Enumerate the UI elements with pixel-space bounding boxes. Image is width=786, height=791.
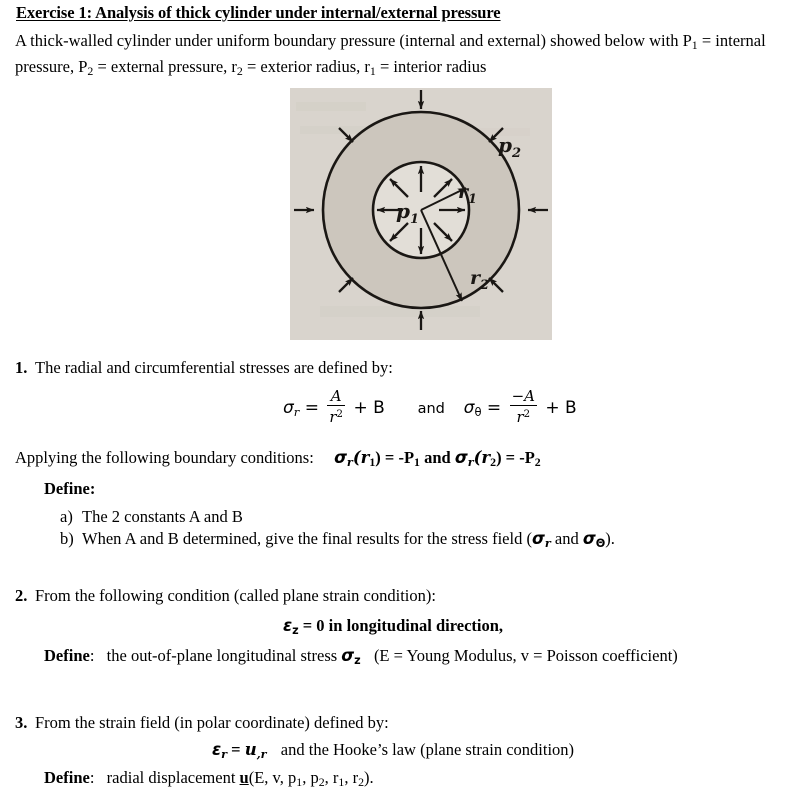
define-item-a-marker: a) bbox=[60, 507, 73, 526]
fraction-minus-a-over-r2: −A r2 bbox=[509, 387, 537, 425]
scan-artifact bbox=[320, 306, 480, 317]
sigma-z-symbol: σ bbox=[341, 646, 355, 665]
cylinder-figure: p1 p2 r1 r2 bbox=[290, 88, 552, 340]
scan-artifact bbox=[296, 102, 366, 111]
item-1-number: 1. bbox=[15, 358, 28, 377]
stress-equations: σr = A r2 + B and σθ = −A r2 + B bbox=[283, 387, 577, 426]
define-sublist-1: a) The 2 constants A and B b) When A and B… bbox=[60, 506, 615, 554]
equals-sign-1: = bbox=[304, 398, 319, 419]
u-subscript: ,r bbox=[256, 746, 267, 761]
define-3-args4: , r bbox=[344, 768, 359, 787]
bc-p2-sub: 2 bbox=[534, 454, 541, 469]
define-b-sigma-theta-sub: Θ bbox=[595, 536, 606, 550]
boundary-conditions-line: Applying the following boundary conditio… bbox=[15, 448, 541, 470]
sigma-theta-subscript: θ bbox=[474, 404, 482, 419]
u-displacement-symbol: u bbox=[239, 768, 249, 787]
denominator-exponent-b: 2 bbox=[523, 409, 531, 420]
boundary-prefix: Applying the following boundary conditio… bbox=[15, 448, 314, 467]
define-colon-2: : bbox=[89, 646, 95, 665]
item-3-text: From the strain field (in polar coordina… bbox=[35, 713, 389, 732]
denominator-r: r bbox=[329, 408, 337, 427]
fraction-bar bbox=[509, 405, 537, 406]
define-item-b-marker: b) bbox=[60, 528, 74, 548]
sigma-theta-symbol: σ bbox=[463, 398, 475, 419]
item-3-number: 3. bbox=[15, 713, 28, 732]
bc-arg-r2: r bbox=[481, 448, 491, 467]
define-b-text-post: ). bbox=[605, 528, 615, 548]
sigma-z-subscript: z bbox=[354, 653, 361, 667]
item-1: 1. The radial and circumferential stresse… bbox=[15, 357, 393, 378]
item-1-text: The radial and circumferential stresses … bbox=[35, 358, 393, 377]
define-item-a-text: The 2 constants A and B bbox=[82, 507, 243, 526]
define-line-2: Define: the out-of-plane longitudinal st… bbox=[44, 646, 678, 667]
define-label-3: Define bbox=[44, 768, 90, 787]
eps-z-symbol: ε bbox=[282, 616, 293, 635]
define-3-args2: , p bbox=[302, 768, 319, 787]
plane-strain-rest: = 0 in longitudinal direction, bbox=[298, 616, 504, 635]
sigma-r-subscript: r bbox=[293, 404, 300, 419]
fraction-bar bbox=[327, 405, 346, 406]
bc-sigma-2: σ bbox=[454, 448, 468, 467]
numerator-minus-a: −A bbox=[511, 387, 535, 405]
item-2-number: 2. bbox=[15, 586, 28, 605]
bc-and: and bbox=[419, 448, 455, 467]
intro-text-2b: = external pressure, r bbox=[93, 56, 237, 76]
intro-paragraph: A thick-walled cylinder under uniform bo… bbox=[15, 30, 773, 82]
define-2-pre: the out-of-plane longitudinal stress bbox=[106, 646, 342, 665]
define-3-end: ). bbox=[364, 768, 374, 787]
page-title: Exercise 1: Analysis of thick cylinder u… bbox=[16, 3, 501, 22]
intro-text-2d: = interior radius bbox=[375, 56, 487, 76]
sigma-r-symbol: σ bbox=[283, 398, 294, 419]
define-b-and: and bbox=[550, 528, 583, 548]
intro-line-1: A thick-walled cylinder under uniform bo… bbox=[15, 31, 712, 52]
define-item-b: b) When A and B determined, give the fina… bbox=[60, 528, 615, 554]
denominator-r2-b: r2 bbox=[510, 407, 537, 425]
u-symbol: u bbox=[244, 740, 257, 759]
bc-eq-1: ) = -P bbox=[375, 448, 415, 467]
define-label-1: Define: bbox=[44, 479, 96, 498]
item-2-text: From the following condition (called pla… bbox=[35, 586, 436, 605]
intro-text-1: A thick-walled cylinder under uniform bo… bbox=[15, 31, 692, 50]
define-3-args3: , r bbox=[324, 768, 339, 787]
plus-b-2: + B bbox=[545, 398, 577, 419]
bc-eq-2: ) = -P bbox=[496, 448, 535, 467]
boundary-condition-math: σr(r1) = -P1 and σr(r2) = -P2 bbox=[334, 448, 541, 469]
define-b-sigma-r: σ bbox=[531, 528, 545, 548]
define-3-args: (E, v, p bbox=[248, 768, 297, 787]
numerator-a: A bbox=[330, 387, 342, 405]
define-3-pre: radial displacement bbox=[106, 768, 240, 787]
item-2: 2. From the following condition (called p… bbox=[15, 585, 436, 606]
plus-b-1: + B bbox=[353, 398, 385, 419]
document-page: Exercise 1: Analysis of thick cylinder u… bbox=[0, 0, 786, 791]
strain-field-equation: εr = u,r and the Hooke’s law (plane stra… bbox=[0, 740, 786, 761]
bc-sigma-1: σ bbox=[334, 448, 347, 467]
eps-r-symbol: ε bbox=[211, 740, 222, 759]
define-colon-3: : bbox=[89, 768, 95, 787]
plane-strain-equation: εz = 0 in longitudinal direction, bbox=[0, 616, 786, 637]
item-3: 3. From the strain field (in polar coordi… bbox=[15, 712, 389, 733]
equals-sign-2: = bbox=[486, 398, 502, 419]
strain-eq-sign: = bbox=[227, 740, 245, 759]
define-item-a: a) The 2 constants A and B bbox=[60, 506, 615, 528]
intro-text-2c: = exterior radius, r bbox=[242, 56, 370, 76]
define-2-post: (E = Young Modulus, v = Poisson coeffici… bbox=[373, 646, 678, 665]
denominator-r-b: r bbox=[516, 408, 524, 427]
define-line-3: Define: radial displacement u(E, v, p1, … bbox=[44, 768, 374, 790]
fraction-a-over-r2: A r2 bbox=[327, 387, 346, 425]
define-label-2: Define bbox=[44, 646, 90, 665]
denominator-r2: r2 bbox=[327, 407, 345, 425]
cylinder-diagram-svg: p1 p2 r1 r2 bbox=[290, 88, 552, 340]
denominator-exponent: 2 bbox=[336, 409, 344, 420]
strain-eq-rest: and the Hooke’s law (plane strain condit… bbox=[280, 740, 575, 759]
define-b-sigma-theta: σ bbox=[582, 528, 596, 548]
and-word: and bbox=[417, 401, 445, 418]
intro-text-1-cont: = bbox=[697, 31, 712, 50]
define-item-b-text-pre: When A and B determined, give the final … bbox=[82, 528, 532, 548]
